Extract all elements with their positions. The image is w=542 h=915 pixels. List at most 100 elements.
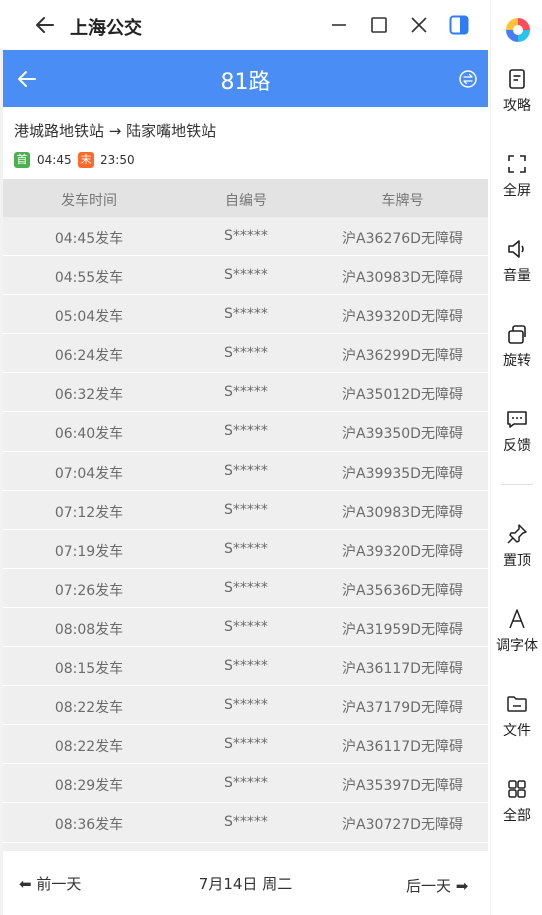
sidebar-label: 置顶	[503, 553, 531, 569]
pin-icon	[507, 524, 527, 544]
rotate-icon	[508, 325, 526, 344]
bus-id-cell: S*****	[224, 423, 268, 440]
plate-number-cell: 沪A30983D无障碍	[342, 270, 463, 287]
plate-number-cell: 沪A35397D无障碍	[342, 778, 463, 795]
volume-icon	[508, 240, 524, 258]
route-title: 81路	[220, 70, 271, 95]
bus-id-cell: S*****	[224, 736, 268, 753]
last-bus-time: 23:50	[100, 153, 135, 167]
bus-id-cell: S*****	[224, 306, 268, 323]
fullscreen-icon	[508, 155, 526, 173]
plate-number-cell: 沪A39320D无障碍	[342, 309, 463, 326]
departure-time-cell: 07:26发车	[54, 582, 124, 599]
table-row[interactable]: 07:04发车 S***** 沪A39935D无障碍	[3, 451, 488, 491]
app-logo-icon[interactable]	[504, 16, 532, 44]
plate-number-cell: 沪A39350D无障碍	[342, 426, 463, 443]
departure-time-cell: 08:22发车	[54, 739, 124, 756]
table-row[interactable]: 08:22发车 S***** 沪A36117D无障碍	[3, 725, 488, 765]
bus-id-cell: S*****	[224, 540, 268, 557]
plate-number-cell: 沪A31959D无障碍	[342, 621, 463, 638]
sidebar-item-feedback[interactable]: 反馈	[491, 407, 542, 455]
bus-id-cell: S*****	[224, 345, 268, 362]
plate-number-cell: 沪A39320D无障碍	[342, 543, 463, 560]
table-row[interactable]: 08:08发车 S***** 沪A31959D无障碍	[3, 607, 488, 648]
folder-icon	[507, 696, 527, 712]
table-row[interactable]: 07:19发车 S***** 沪A39320D无障碍	[3, 529, 488, 569]
bus-id-cell: S*****	[224, 228, 268, 244]
sidebar-label: 调字体	[496, 638, 538, 654]
sidebar-item-rotate[interactable]: 旋转	[491, 322, 542, 370]
departure-time-cell: 06:40发车	[54, 426, 124, 443]
header-plate: 车牌号	[381, 193, 424, 209]
route-name: 港城路地铁站 → 陆家嘴地铁站	[14, 122, 217, 140]
sidebar-item-file[interactable]: 文件	[491, 692, 542, 740]
minimize-icon[interactable]	[328, 14, 350, 36]
departure-time-cell: 08:15发车	[54, 661, 124, 678]
sidebar-label: 音量	[503, 268, 531, 284]
close-icon[interactable]	[408, 14, 430, 36]
table-row[interactable]	[3, 842, 488, 851]
plate-number-cell: 沪A37179D无障碍	[342, 700, 463, 717]
sidebar-item-fullscreen[interactable]: 全屏	[491, 152, 542, 200]
table-header: 发车时间 自编号 车牌号	[3, 179, 488, 217]
departure-table[interactable]: 发车时间 自编号 车牌号 04:45发车 S***** 沪A36276D无障碍 04:…	[3, 179, 488, 851]
departure-time-cell: 04:55发车	[54, 270, 124, 287]
header-bus-id: 自编号	[225, 193, 267, 209]
bus-id-cell: S*****	[224, 618, 268, 635]
sidebar-item-volume[interactable]: 音量	[491, 237, 542, 285]
feedback-icon	[507, 411, 527, 428]
departure-time-cell: 07:12发车	[54, 504, 124, 521]
table-row[interactable]: 04:45发车 S***** 沪A36276D无障碍	[3, 217, 488, 257]
table-row[interactable]: 07:26发车 S***** 沪A35636D无障碍	[3, 568, 488, 608]
bus-id-cell: S*****	[224, 697, 268, 714]
table-row[interactable]: 08:22发车 S***** 沪A37179D无障碍	[3, 686, 488, 726]
table-row[interactable]: 07:12发车 S***** 沪A30983D无障碍	[3, 490, 488, 530]
first-bus-time: 04:45	[37, 153, 72, 167]
plate-number-cell: 沪A35636D无障碍	[342, 582, 463, 599]
plate-number-cell: 沪A30983D无障碍	[342, 504, 463, 521]
departure-time-cell: 08:36发车	[54, 817, 124, 834]
sidebar-item-guide[interactable]: 攻略	[491, 67, 542, 115]
plate-number-cell: 沪A36117D无障碍	[342, 661, 463, 678]
bus-id-cell: S*****	[224, 814, 268, 831]
next-day-button[interactable]: 后一天 ➡	[406, 875, 468, 896]
sidebar-label: 反馈	[503, 438, 531, 454]
sidebar-item-font[interactable]: 调字体	[491, 607, 542, 655]
back-arrow-icon[interactable]	[33, 13, 57, 37]
bus-id-cell: S*****	[224, 658, 268, 675]
plate-number-cell: 沪A36299D无障碍	[342, 348, 463, 365]
departure-time-cell: 08:29发车	[54, 778, 124, 795]
sidebar-item-pin[interactable]: 置顶	[491, 522, 542, 570]
table-row[interactable]: 08:15发车 S***** 沪A36117D无障碍	[3, 647, 488, 687]
plate-number-cell: 沪A36276D无障碍	[342, 231, 463, 247]
table-row[interactable]: 06:32发车 S***** 沪A35012D无障碍	[3, 373, 488, 413]
table-row[interactable]: 06:24发车 S***** 沪A36299D无障碍	[3, 334, 488, 374]
window-title: 上海公交	[70, 18, 142, 39]
route-info: 港城路地铁站 → 陆家嘴地铁站 首 04:45 末 23:50	[3, 107, 488, 179]
table-row[interactable]: 05:04发车 S***** 沪A39320D无障碍	[3, 295, 488, 335]
table-row[interactable]: 08:36发车 S***** 沪A30727D无障碍	[3, 803, 488, 843]
bus-id-cell: S*****	[224, 384, 268, 401]
right-toolbar: 攻略 全屏 音量 旋转 反馈 置顶 调字体 文件 全部	[490, 0, 542, 915]
sidebar-label: 全屏	[503, 183, 531, 199]
sidebar-label: 全部	[503, 808, 531, 824]
sidebar-label: 攻略	[503, 98, 531, 114]
first-bus-badge: 首	[14, 152, 30, 168]
maximize-icon[interactable]	[368, 14, 390, 36]
sidebar-toggle-icon[interactable]	[448, 14, 470, 36]
departure-time-cell: 05:04发车	[54, 309, 124, 326]
departure-time-cell: 08:08发车	[54, 621, 124, 638]
plate-number-cell: 沪A30727D无障碍	[342, 817, 463, 834]
departure-time-cell: 06:24发车	[54, 348, 124, 365]
sidebar-item-all[interactable]: 全部	[491, 777, 542, 825]
switch-direction-icon[interactable]	[458, 69, 478, 89]
table-row[interactable]: 04:55发车 S***** 沪A30983D无障碍	[3, 256, 488, 296]
bus-id-cell: S*****	[224, 501, 268, 518]
table-row[interactable]: 06:40发车 S***** 沪A39350D无障碍	[3, 412, 488, 452]
table-row[interactable]: 08:29发车 S***** 沪A35397D无障碍	[3, 764, 488, 804]
plate-number-cell: 沪A39935D无障碍	[342, 465, 463, 482]
bus-id-cell: S*****	[224, 775, 268, 792]
guide-icon	[509, 69, 525, 89]
app-header: 81路	[3, 50, 488, 107]
header-departure-time: 发车时间	[61, 193, 117, 209]
